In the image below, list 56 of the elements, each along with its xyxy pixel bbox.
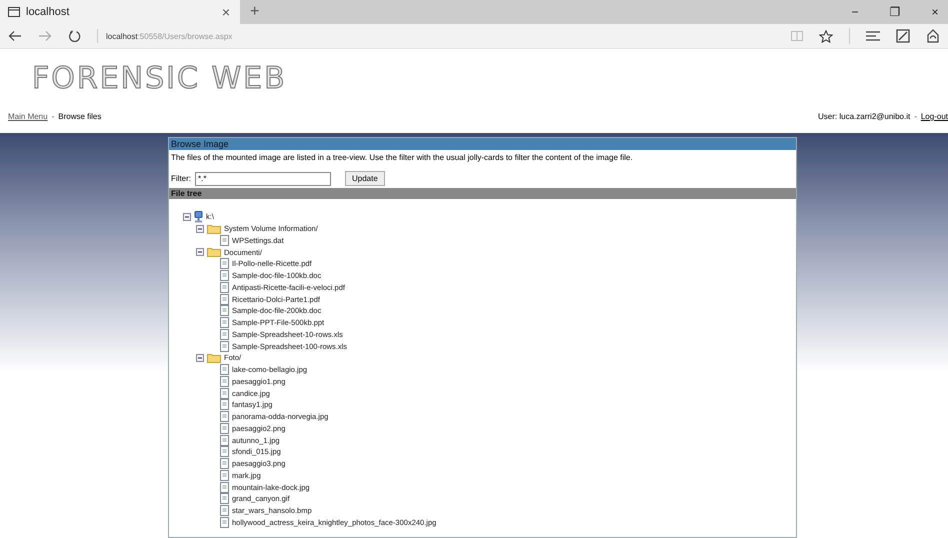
computer-icon: [194, 210, 203, 223]
file-icon: [220, 234, 229, 246]
collapse-toggle-icon[interactable]: [196, 224, 204, 233]
folder-icon: [207, 352, 221, 363]
star-icon[interactable]: [819, 30, 833, 42]
file-icon: [220, 270, 229, 282]
user-label: User: luca.zarri2@unibo.it: [818, 112, 910, 121]
site-logo: FORENSIC WEB: [32, 61, 287, 96]
tab-page-icon: [8, 7, 20, 17]
file-icon: [220, 340, 229, 352]
file-icon: [220, 305, 229, 316]
file-icon: [220, 434, 229, 446]
file-icon: [220, 364, 229, 376]
refresh-icon[interactable]: [68, 30, 81, 42]
file-icon: [220, 411, 229, 422]
main-menu-link[interactable]: Main Menu: [8, 112, 48, 121]
note-pen-icon[interactable]: [896, 29, 910, 43]
file-icon: [220, 516, 229, 528]
file-icon: [220, 376, 229, 387]
file-icon: [220, 282, 229, 293]
file-icon: [220, 470, 229, 481]
browser-tab[interactable]: localhost ×: [0, 0, 240, 24]
window-control[interactable]: −: [842, 5, 868, 19]
back-icon[interactable]: [8, 30, 22, 42]
file-icon: [220, 493, 229, 504]
file-icon: [220, 294, 229, 305]
folder-icon: [207, 224, 221, 234]
update-button[interactable]: Update: [345, 171, 385, 186]
file-icon: [220, 399, 229, 410]
file-icon: [220, 422, 229, 434]
filter-label: Filter:: [171, 174, 191, 183]
breadcrumb-separator: -: [52, 112, 54, 121]
file-icon: [220, 317, 229, 328]
user-separator: -: [914, 112, 917, 121]
file-icon: [220, 328, 229, 340]
collapse-toggle-icon[interactable]: [196, 354, 204, 362]
close-tab-button[interactable]: ×: [220, 4, 232, 20]
file-icon: [220, 446, 229, 458]
panel-description: The files of the mounted image are listed in a tree-view. Use the filter with the usual jolly-cards to filter the content of the image file.: [170, 152, 634, 164]
file-icon: [220, 482, 229, 493]
file-icon: [220, 388, 229, 399]
panel-title: Browse Image: [169, 138, 796, 150]
file-icon: [220, 458, 229, 470]
collapse-toggle-icon[interactable]: [183, 212, 191, 221]
new-tab-button[interactable]: +: [250, 3, 260, 21]
logout-link[interactable]: Log-out: [920, 112, 948, 121]
window-control[interactable]: ❐: [882, 5, 908, 19]
file-tree-header: File tree: [169, 188, 796, 199]
filter-input[interactable]: *.*: [195, 172, 331, 186]
window-control[interactable]: ×: [922, 5, 948, 19]
collapse-toggle-icon[interactable]: [196, 248, 204, 256]
hub-icon[interactable]: [866, 31, 880, 41]
folder-icon: [207, 247, 221, 258]
file-icon: [220, 505, 229, 516]
breadcrumb-current: Browse files: [58, 112, 102, 121]
file-icon: [220, 258, 229, 270]
